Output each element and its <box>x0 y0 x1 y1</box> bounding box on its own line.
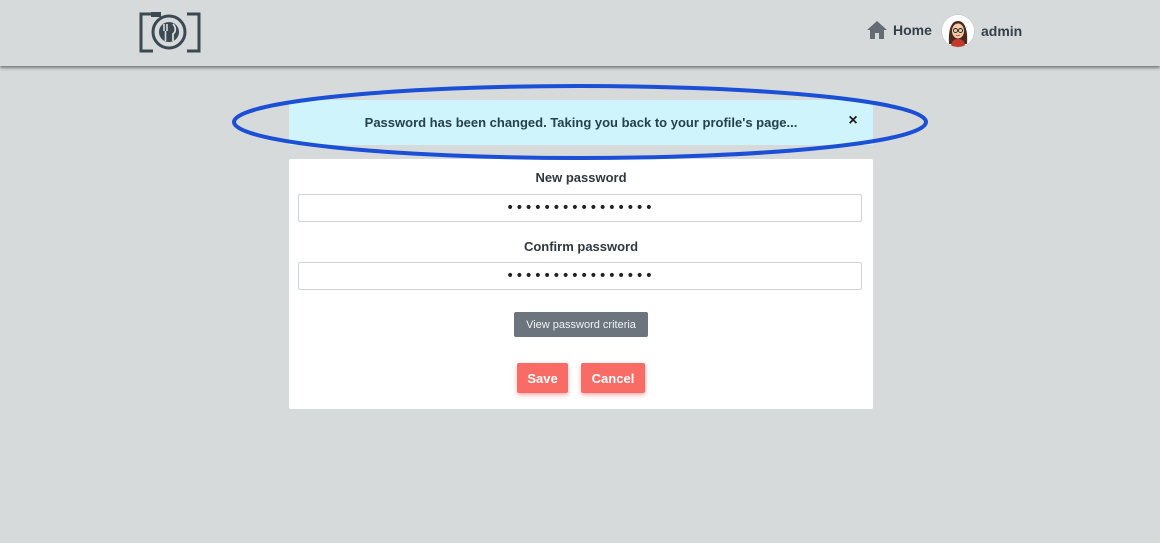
camera-plate-logo[interactable] <box>139 10 201 53</box>
new-password-label: New password <box>535 170 627 185</box>
view-password-criteria-button[interactable]: View password criteria <box>514 312 648 337</box>
nav-user-menu[interactable]: admin <box>942 15 1022 47</box>
home-icon <box>867 21 887 39</box>
change-password-card: New password Confirm password View passw… <box>289 159 873 409</box>
close-icon[interactable]: × <box>847 113 859 129</box>
new-password-input[interactable] <box>298 194 862 222</box>
nav-home-label: Home <box>893 22 932 38</box>
confirm-password-label: Confirm password <box>523 239 639 254</box>
navbar: Home admin <box>0 0 1160 66</box>
avatar <box>942 15 974 47</box>
save-button[interactable]: Save <box>517 363 568 393</box>
alert-message: Password has been changed. Taking you ba… <box>364 115 798 130</box>
nav-home-link[interactable]: Home <box>866 19 932 41</box>
cancel-button[interactable]: Cancel <box>581 363 645 393</box>
nav-user-label: admin <box>981 23 1023 39</box>
confirm-password-input[interactable] <box>298 262 862 290</box>
success-alert: Password has been changed. Taking you ba… <box>289 100 873 145</box>
